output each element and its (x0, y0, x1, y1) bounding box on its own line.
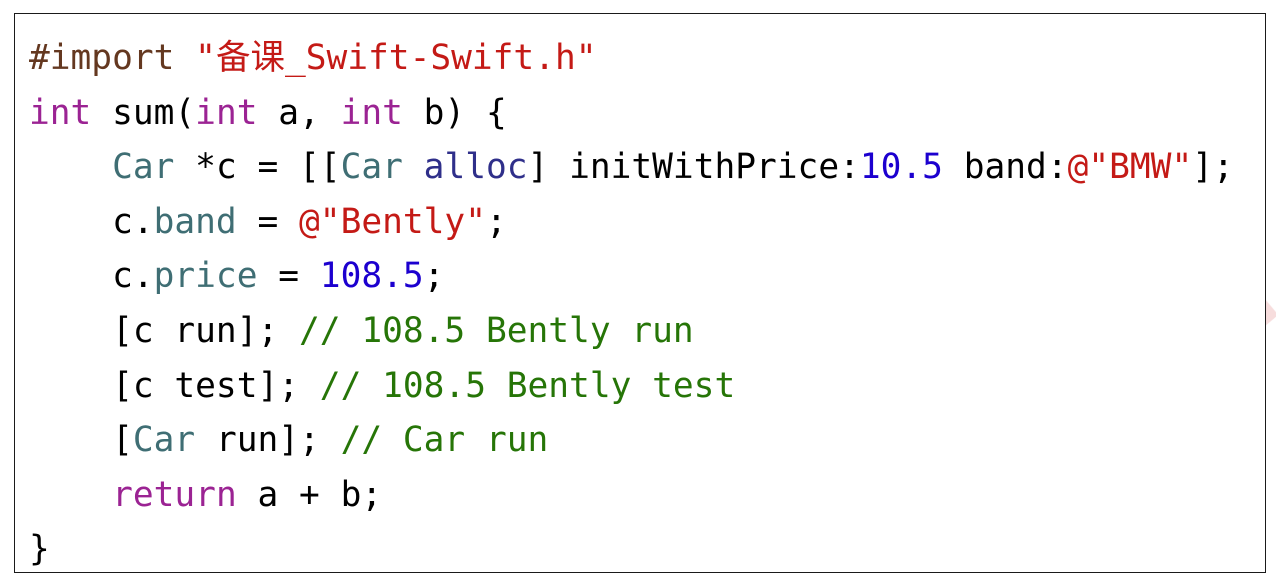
code-token: int (340, 92, 403, 133)
code-token: return (112, 474, 237, 515)
code-token: c. (29, 201, 154, 242)
code-line: } (29, 522, 1234, 577)
code-token: alloc (423, 147, 528, 188)
code-line: int sum(int a, int b) { (29, 86, 1234, 141)
code-token: ] initWithPrice: (527, 147, 860, 188)
code-token: b) { (402, 92, 507, 133)
code-token: sum( (91, 92, 196, 133)
code-token: run]; (195, 420, 341, 461)
code-token: = (257, 256, 320, 297)
code-token: [c run]; (29, 310, 300, 351)
code-token: // 108.5 Bently run (299, 310, 694, 351)
code-token: 108.5 (319, 256, 424, 297)
code-line: #import "备课_Swift-Swift.h" (29, 31, 1234, 86)
code-token: } (29, 529, 50, 570)
code-token: #import (29, 38, 196, 78)
code-token: int (195, 92, 258, 133)
code-token: // 108.5 Bently test (319, 365, 736, 406)
code-token: = (236, 201, 300, 242)
code-token: a + b; (236, 474, 383, 515)
code-line: return a + b; (29, 468, 1234, 523)
code-token: Car (340, 147, 403, 188)
code-block: #import "备课_Swift-Swift.h" int sum(int a,… (29, 31, 1234, 577)
code-line: Car *c = [[Car alloc] initWithPrice:10.5… (29, 140, 1234, 195)
code-line: [Car run]; // Car run (29, 413, 1234, 468)
code-token: Car (112, 147, 175, 188)
code-token: ; (423, 256, 445, 297)
code-token: ; (485, 201, 507, 242)
code-token: int (29, 92, 92, 133)
code-token: 10.5 (859, 147, 943, 188)
code-snippet-box: #import "备课_Swift-Swift.h" int sum(int a,… (14, 13, 1266, 573)
code-token: c. (29, 256, 154, 297)
code-token: band (153, 201, 237, 242)
code-token: price (153, 256, 258, 297)
code-token: "备课_Swift-Swift.h" (195, 38, 597, 78)
code-token: band: (942, 147, 1068, 188)
code-token: [c test]; (29, 365, 320, 406)
code-line: c.price = 108.5; (29, 249, 1234, 304)
code-line: [c run]; // 108.5 Bently run (29, 304, 1234, 359)
code-token: a, (257, 92, 341, 133)
code-line: c.band = @"Bently"; (29, 195, 1234, 250)
code-token: Car (132, 420, 196, 461)
code-token: @"BMW" (1067, 147, 1193, 188)
code-token: [ (29, 420, 133, 461)
code-token: // Car run (340, 420, 549, 461)
code-token: @"Bently" (299, 201, 486, 242)
code-token: *c = [[ (174, 147, 341, 188)
code-line: [c test]; // 108.5 Bently test (29, 359, 1234, 414)
code-token: ]; (1192, 147, 1234, 188)
